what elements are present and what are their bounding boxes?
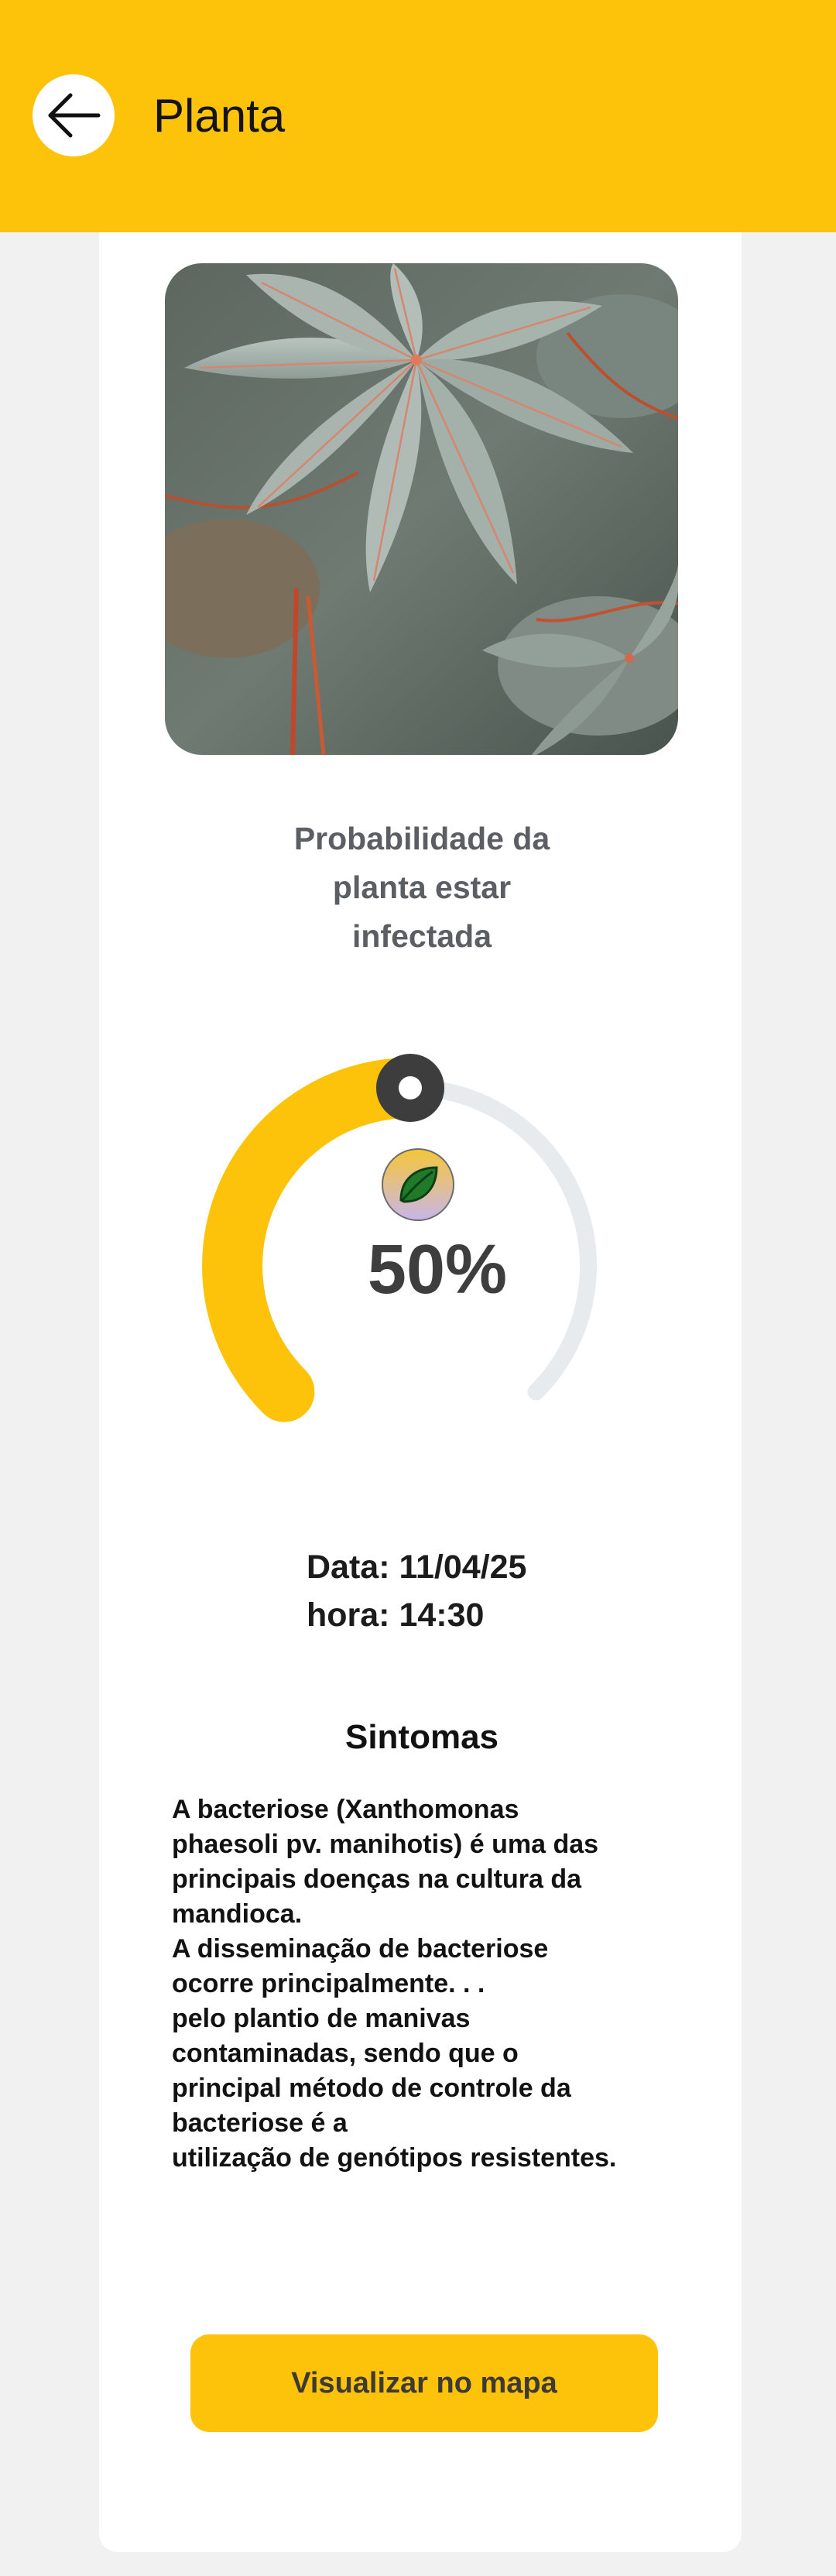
symptoms-title: Sintomas [344,1718,499,1756]
analysis-time: hora: 14:30 [307,1597,485,1634]
gauge-knob [376,1054,444,1122]
arrow-left-icon [48,93,101,138]
plant-photo [165,263,678,755]
back-button[interactable] [33,74,115,156]
leaf-icon [399,1166,438,1203]
probability-title: Probabilidade da planta estar infectada [293,821,550,954]
page-title: Planta [153,90,286,142]
app-header: Planta [0,0,836,232]
analysis-date: Data: 11/04/25 [307,1549,527,1586]
probability-value: 50% [367,1231,508,1309]
leaf-badge [382,1148,454,1221]
view-on-map-button[interactable]: Visualizar no mapa [190,2334,658,2432]
symptoms-text: A bacteriose (Xanthomonas phaesoli pv. m… [172,1795,617,2173]
